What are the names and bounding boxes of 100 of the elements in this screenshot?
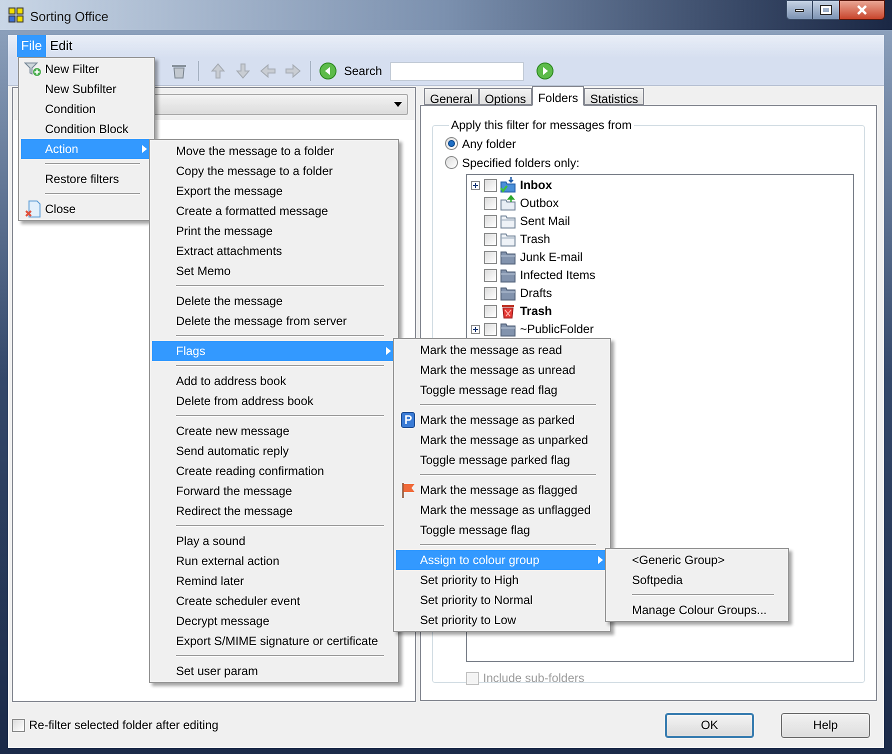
- folder-checkbox[interactable]: [484, 214, 497, 228]
- flag-icon: [400, 482, 416, 498]
- app-icon: [8, 7, 24, 23]
- menu-item[interactable]: Close: [21, 199, 152, 219]
- folder-name: ~PublicFolder: [520, 321, 594, 338]
- checkbox-label: Re-filter selected folder after editing: [29, 717, 218, 734]
- trash-icon: [500, 303, 516, 319]
- menu-item[interactable]: Run external action: [152, 551, 396, 571]
- group-title: Apply this filter for messages from: [450, 117, 633, 134]
- menu-item[interactable]: Copy the message to a folder: [152, 161, 396, 181]
- folder-icon: [500, 321, 516, 337]
- tab[interactable]: Options: [478, 88, 532, 105]
- menu-item[interactable]: Create scheduler event: [152, 591, 396, 611]
- radio-button[interactable]: [445, 156, 458, 169]
- maximize-button[interactable]: [813, 0, 839, 20]
- submenu-arrow-icon: [142, 145, 146, 153]
- maximize-icon: [821, 6, 831, 14]
- refilter-checkbox[interactable]: [12, 718, 25, 732]
- arrow-right-icon[interactable]: [284, 62, 302, 80]
- dialog-button[interactable]: OK: [665, 712, 754, 738]
- checkbox-label: Include sub-folders: [483, 670, 584, 687]
- menu-item[interactable]: Set user param: [152, 661, 396, 681]
- menu-item[interactable]: Decrypt message: [152, 611, 396, 631]
- go-icon[interactable]: [536, 62, 554, 80]
- submenu-arrow-icon: [386, 347, 390, 355]
- outbox-icon: [500, 195, 516, 211]
- expand-icon[interactable]: [471, 180, 480, 190]
- close-button[interactable]: [839, 0, 885, 20]
- folder-checkbox[interactable]: [484, 196, 497, 210]
- menu-item[interactable]: Toggle message read flag: [396, 380, 608, 400]
- menu-item[interactable]: Move the message to a folder: [152, 141, 396, 161]
- menu-item[interactable]: Delete from address book: [152, 391, 396, 411]
- radio-label: Any folder: [462, 136, 516, 152]
- folder-checkbox[interactable]: [484, 322, 497, 336]
- menu-item[interactable]: Send automatic reply: [152, 441, 396, 461]
- menu-item[interactable]: Create new message: [152, 421, 396, 441]
- arrow-down-icon[interactable]: [234, 62, 252, 80]
- menu-item[interactable]: Delete the message from server: [152, 311, 396, 331]
- back-icon[interactable]: [319, 62, 337, 80]
- menu-item[interactable]: Mark the message as parked: [396, 410, 608, 430]
- dropdown-caret-icon: [394, 102, 402, 106]
- menu-item[interactable]: Set priority to Low: [396, 610, 608, 630]
- menu-item[interactable]: Mark the message as flagged: [396, 480, 608, 500]
- submenu-arrow-icon: [598, 556, 602, 564]
- folder-checkbox[interactable]: [484, 286, 497, 300]
- folder-icon: [500, 249, 516, 265]
- menu-item[interactable]: Create a formatted message: [152, 201, 396, 221]
- dialog-button[interactable]: Help: [781, 712, 870, 738]
- folder-checkbox[interactable]: [484, 250, 497, 264]
- search-field[interactable]: [390, 62, 524, 80]
- menu-item[interactable]: Create reading confirmation: [152, 461, 396, 481]
- tab[interactable]: Folders: [532, 86, 584, 106]
- window-title: Sorting Office: [30, 8, 109, 26]
- folder-name: Drafts: [520, 285, 552, 302]
- menu-item[interactable]: Delete the message: [152, 291, 396, 311]
- tab[interactable]: General: [424, 88, 479, 105]
- arrow-up-icon[interactable]: [209, 62, 227, 80]
- menu-item[interactable]: Mark the message as unflagged: [396, 500, 608, 520]
- radio-label: Specified folders only:: [462, 154, 580, 172]
- menu-item[interactable]: Toggle message parked flag: [396, 450, 608, 470]
- menu-item[interactable]: Print the message: [152, 221, 396, 241]
- menu-item[interactable]: Forward the message: [152, 481, 396, 501]
- menu-item[interactable]: Toggle message flag: [396, 520, 608, 540]
- menu-item[interactable]: Set priority to High: [396, 570, 608, 590]
- menu-item[interactable]: New Subfilter: [21, 79, 152, 99]
- menu-item[interactable]: Softpedia: [608, 570, 786, 590]
- filter-add-icon: [24, 61, 42, 77]
- menu-item[interactable]: Condition Block: [21, 119, 152, 139]
- menu-item[interactable]: Manage Colour Groups...: [608, 600, 786, 620]
- folder-checkbox[interactable]: [484, 268, 497, 282]
- folder-icon: [500, 231, 516, 247]
- menu-item[interactable]: Extract attachments: [152, 241, 396, 261]
- menu-item[interactable]: Mark the message as unread: [396, 360, 608, 380]
- folder-icon: [500, 285, 516, 301]
- folder-name: Outbox: [520, 195, 559, 212]
- folder-checkbox[interactable]: [484, 304, 497, 318]
- folder-checkbox[interactable]: [484, 232, 497, 246]
- menu-item[interactable]: <Generic Group>: [608, 550, 786, 570]
- menu-item[interactable]: Set Memo: [152, 261, 396, 281]
- menu-item[interactable]: Remind later: [152, 571, 396, 591]
- radio-button[interactable]: [445, 137, 458, 150]
- folder-name: Junk E-mail: [520, 249, 583, 266]
- tab[interactable]: Statistics: [584, 88, 644, 105]
- trash-icon[interactable]: [170, 62, 188, 80]
- arrow-left-icon[interactable]: [259, 62, 277, 80]
- minimize-button[interactable]: [786, 0, 813, 20]
- menu-item[interactable]: Add to address book: [152, 371, 396, 391]
- menu-item[interactable]: Export the message: [152, 181, 396, 201]
- menu-item[interactable]: Set priority to Normal: [396, 590, 608, 610]
- menu-item[interactable]: Play a sound: [152, 531, 396, 551]
- menu-item[interactable]: New Filter: [21, 59, 152, 79]
- menu-item[interactable]: Restore filters: [21, 169, 152, 189]
- menu-item[interactable]: Redirect the message: [152, 501, 396, 521]
- menu-bar-item[interactable]: Edit: [46, 35, 76, 57]
- folder-checkbox[interactable]: [484, 178, 497, 192]
- menu-item[interactable]: Mark the message as read: [396, 340, 608, 360]
- expand-icon[interactable]: [471, 324, 480, 334]
- menu-item[interactable]: Export S/MIME signature or certificate: [152, 631, 396, 651]
- folder-icon: [500, 213, 516, 229]
- menu-item[interactable]: Mark the message as unparked: [396, 430, 608, 450]
